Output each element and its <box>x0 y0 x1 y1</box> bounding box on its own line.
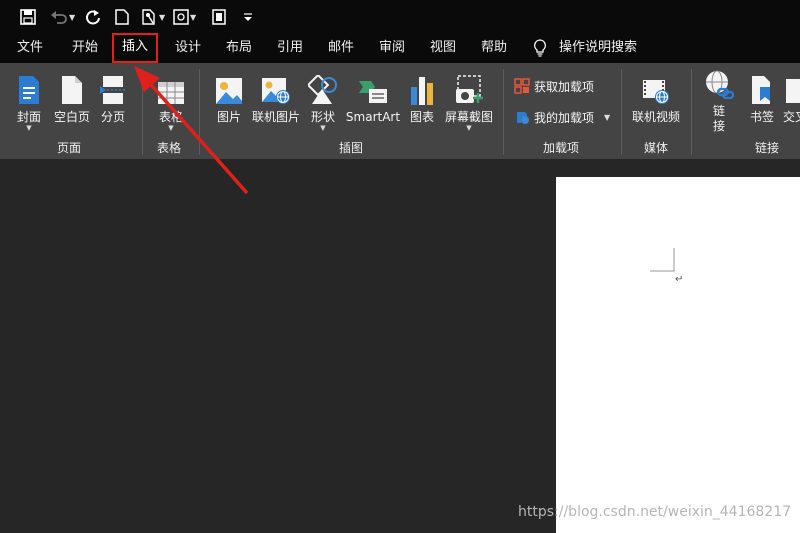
tab-references[interactable]: 引用 <box>277 33 303 63</box>
undo-icon[interactable]: ▼ <box>50 7 75 27</box>
chart-label: 图表 <box>409 110 434 124</box>
my-addins-icon <box>517 112 529 124</box>
my-addins-button[interactable]: 我的加载项 ▼ <box>514 107 610 127</box>
store-icon <box>514 78 530 94</box>
get-addins-label: 获取加载项 <box>534 79 595 94</box>
picture-icon <box>216 78 242 104</box>
tab-home[interactable]: 开始 <box>72 33 98 63</box>
chart-icon <box>411 77 433 105</box>
tab-file[interactable]: 文件 <box>17 33 43 63</box>
smartart-button[interactable]: SmartArt <box>345 63 401 133</box>
tab-mailings[interactable]: 邮件 <box>328 33 354 63</box>
cover-page-button[interactable]: 封面 ▼ <box>12 63 46 133</box>
chevron-down-icon[interactable]: ▼ <box>69 13 75 22</box>
document-workspace: ↵ <box>0 159 800 533</box>
shapes-button[interactable]: 形状 ▼ <box>308 63 337 133</box>
page-break-icon <box>100 76 125 104</box>
ribbon-insert: 封面 ▼ 空白页 分页 页面 表格 ▼ 表格 图片 联机图片 形状 ▼ Smar… <box>0 63 800 159</box>
page-icon[interactable] <box>212 7 226 27</box>
online-video-icon <box>643 80 669 104</box>
redo-icon[interactable] <box>85 7 101 27</box>
table-button[interactable]: 表格 ▼ <box>155 63 187 133</box>
cover-page-icon <box>19 76 39 104</box>
group-label-tables: 表格 <box>157 141 182 155</box>
blank-page-icon <box>62 76 82 104</box>
online-video-button[interactable]: 联机视频 <box>630 63 682 133</box>
pictures-label: 图片 <box>216 110 241 124</box>
group-divider <box>199 69 200 155</box>
save-icon[interactable] <box>20 7 36 27</box>
group-label-pages: 页面 <box>57 141 82 155</box>
bookmark-label: 书签 <box>749 110 774 124</box>
paragraph-mark: ↵ <box>675 274 684 285</box>
online-video-label: 联机视频 <box>631 110 680 124</box>
ribbon-tabs: 文件 开始 插入 设计 布局 引用 邮件 审阅 视图 帮助 操作说明搜索 <box>0 33 800 63</box>
group-label-links: 链接 <box>755 141 780 155</box>
my-addins-label: 我的加载项 <box>534 110 595 125</box>
tab-layout[interactable]: 布局 <box>226 33 252 63</box>
get-addins-button[interactable]: 获取加载项 <box>514 76 594 96</box>
tab-view[interactable]: 视图 <box>430 33 456 63</box>
touch-mode-icon[interactable]: ▼ <box>140 7 165 27</box>
online-pictures-button[interactable]: 联机图片 <box>252 63 300 133</box>
chevron-down-icon: ▼ <box>604 112 611 122</box>
blank-page-button[interactable]: 空白页 <box>52 63 92 133</box>
online-pictures-label: 联机图片 <box>252 110 301 124</box>
screenshot-button[interactable]: 屏幕截图 ▼ <box>444 63 494 133</box>
link-label-line1: 链 <box>712 104 725 118</box>
new-document-icon[interactable] <box>115 7 129 27</box>
document-page[interactable]: ↵ <box>556 177 800 533</box>
tell-me-box[interactable]: 操作说明搜索 <box>533 33 637 63</box>
tab-design[interactable]: 设计 <box>175 33 201 63</box>
customize-icon[interactable] <box>243 7 253 27</box>
quick-access-toolbar: ▼ ▼ ▼ <box>0 0 800 33</box>
bookmark-button[interactable]: 书签 <box>748 63 776 133</box>
tell-me-label: 操作说明搜索 <box>559 40 638 55</box>
group-divider <box>142 69 143 155</box>
smartart-icon <box>359 81 387 103</box>
shapes-icon <box>308 75 337 104</box>
chevron-down-icon: ▼ <box>26 124 32 132</box>
lightbulb-icon <box>534 39 546 57</box>
pictures-button[interactable]: 图片 <box>214 63 244 133</box>
chart-button[interactable]: 图表 <box>408 63 436 133</box>
group-divider <box>691 69 692 155</box>
margin-corner-mark <box>650 248 675 272</box>
online-picture-icon <box>262 78 290 104</box>
group-divider <box>503 69 504 155</box>
blank-page-label: 空白页 <box>53 110 90 124</box>
print-preview-icon[interactable]: ▼ <box>173 7 196 27</box>
cross-reference-icon <box>786 79 800 103</box>
chevron-down-icon[interactable]: ▼ <box>190 13 196 22</box>
chevron-down-icon: ▼ <box>320 124 326 132</box>
screenshot-label: 屏幕截图 <box>444 110 493 124</box>
tab-review[interactable]: 审阅 <box>379 33 405 63</box>
cover-page-label: 封面 <box>16 110 41 124</box>
table-icon <box>158 82 184 104</box>
page-break-button[interactable]: 分页 <box>98 63 128 133</box>
chevron-down-icon: ▼ <box>168 124 174 132</box>
shapes-label: 形状 <box>310 110 335 124</box>
table-label: 表格 <box>158 110 183 124</box>
group-label-addins: 加载项 <box>543 141 580 155</box>
bookmark-icon <box>752 76 770 104</box>
cross-reference-label: 交叉 <box>783 110 800 124</box>
smartart-label: SmartArt <box>345 110 401 124</box>
tab-help[interactable]: 帮助 <box>481 33 507 63</box>
tab-insert[interactable]: 插入 <box>112 33 159 63</box>
cross-reference-button[interactable]: 交叉 <box>783 63 800 133</box>
group-divider <box>621 69 622 155</box>
link-label-line2: 接 <box>712 119 725 133</box>
chevron-down-icon[interactable]: ▼ <box>159 13 165 22</box>
link-button[interactable]: 链 接 <box>704 63 734 133</box>
group-label-illustrations: 插图 <box>339 141 364 155</box>
watermark-text: https://blog.csdn.net/weixin_44168217 <box>518 504 792 520</box>
group-label-media: 媒体 <box>644 141 669 155</box>
link-icon <box>706 70 734 99</box>
chevron-down-icon: ▼ <box>466 124 472 132</box>
page-break-label: 分页 <box>100 110 125 124</box>
screenshot-icon <box>456 75 483 103</box>
